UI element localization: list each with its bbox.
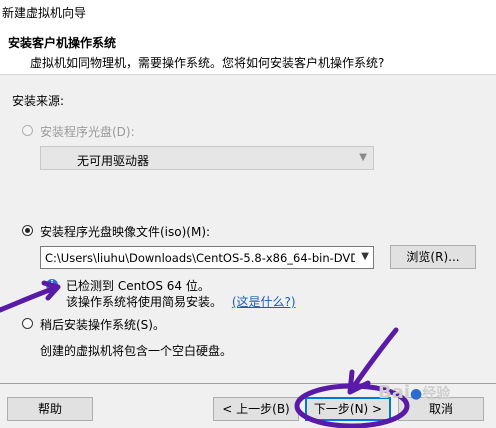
disc-option-label: 安装程序光盘(D): <box>40 125 135 139</box>
title-bar: 新建虚拟机向导 <box>0 0 496 24</box>
install-later-radio[interactable] <box>22 318 33 329</box>
window-title: 新建虚拟机向导 <box>2 6 87 20</box>
iso-radio[interactable] <box>22 225 33 236</box>
page-subtitle: 虚拟机如同物理机，需要操作系统。您将如何安装客户机操作系统? <box>30 56 385 70</box>
install-source-label: 安装来源: <box>12 94 65 108</box>
watermark-logo: Bai●经验 <box>378 382 451 403</box>
iso-path-value[interactable]: C:\Users\liuhu\Downloads\CentOS-5.8-x86_… <box>45 251 355 265</box>
easy-install-line: 该操作系统将使用简易安装。 (这是什么?) <box>66 293 296 310</box>
help-button[interactable]: 帮助 <box>7 397 93 421</box>
page-title: 安装客户机操作系统 <box>8 36 117 50</box>
disc-drive-value: 无可用驱动器 <box>77 154 150 168</box>
disc-drive-dropdown: 无可用驱动器 ▼ <box>40 146 374 170</box>
what-is-this-link[interactable]: (这是什么?) <box>232 295 296 309</box>
browse-button[interactable]: 浏览(R)... <box>390 245 476 269</box>
detected-os-text: 已检测到 CentOS 64 位。 <box>66 279 210 293</box>
wizard-header: 安装客户机操作系统 虚拟机如同物理机，需要操作系统。您将如何安装客户机操作系统? <box>0 24 496 75</box>
install-later-label[interactable]: 稍后安装操作系统(S)。 <box>40 316 165 333</box>
chevron-down-icon[interactable]: ▼ <box>361 251 369 262</box>
disc-radio <box>22 125 33 136</box>
easy-install-text: 该操作系统将使用简易安装。 <box>66 295 223 309</box>
info-icon: i <box>46 279 58 291</box>
install-later-note: 创建的虚拟机将包含一个空白硬盘。 <box>40 344 233 358</box>
chevron-down-icon: ▼ <box>359 152 367 163</box>
iso-path-combobox[interactable]: C:\Users\liuhu\Downloads\CentOS-5.8-x86_… <box>40 246 374 269</box>
back-button[interactable]: < 上一步(B) <box>213 397 299 421</box>
iso-option-label[interactable]: 安装程序光盘映像文件(iso)(M): <box>40 223 210 240</box>
